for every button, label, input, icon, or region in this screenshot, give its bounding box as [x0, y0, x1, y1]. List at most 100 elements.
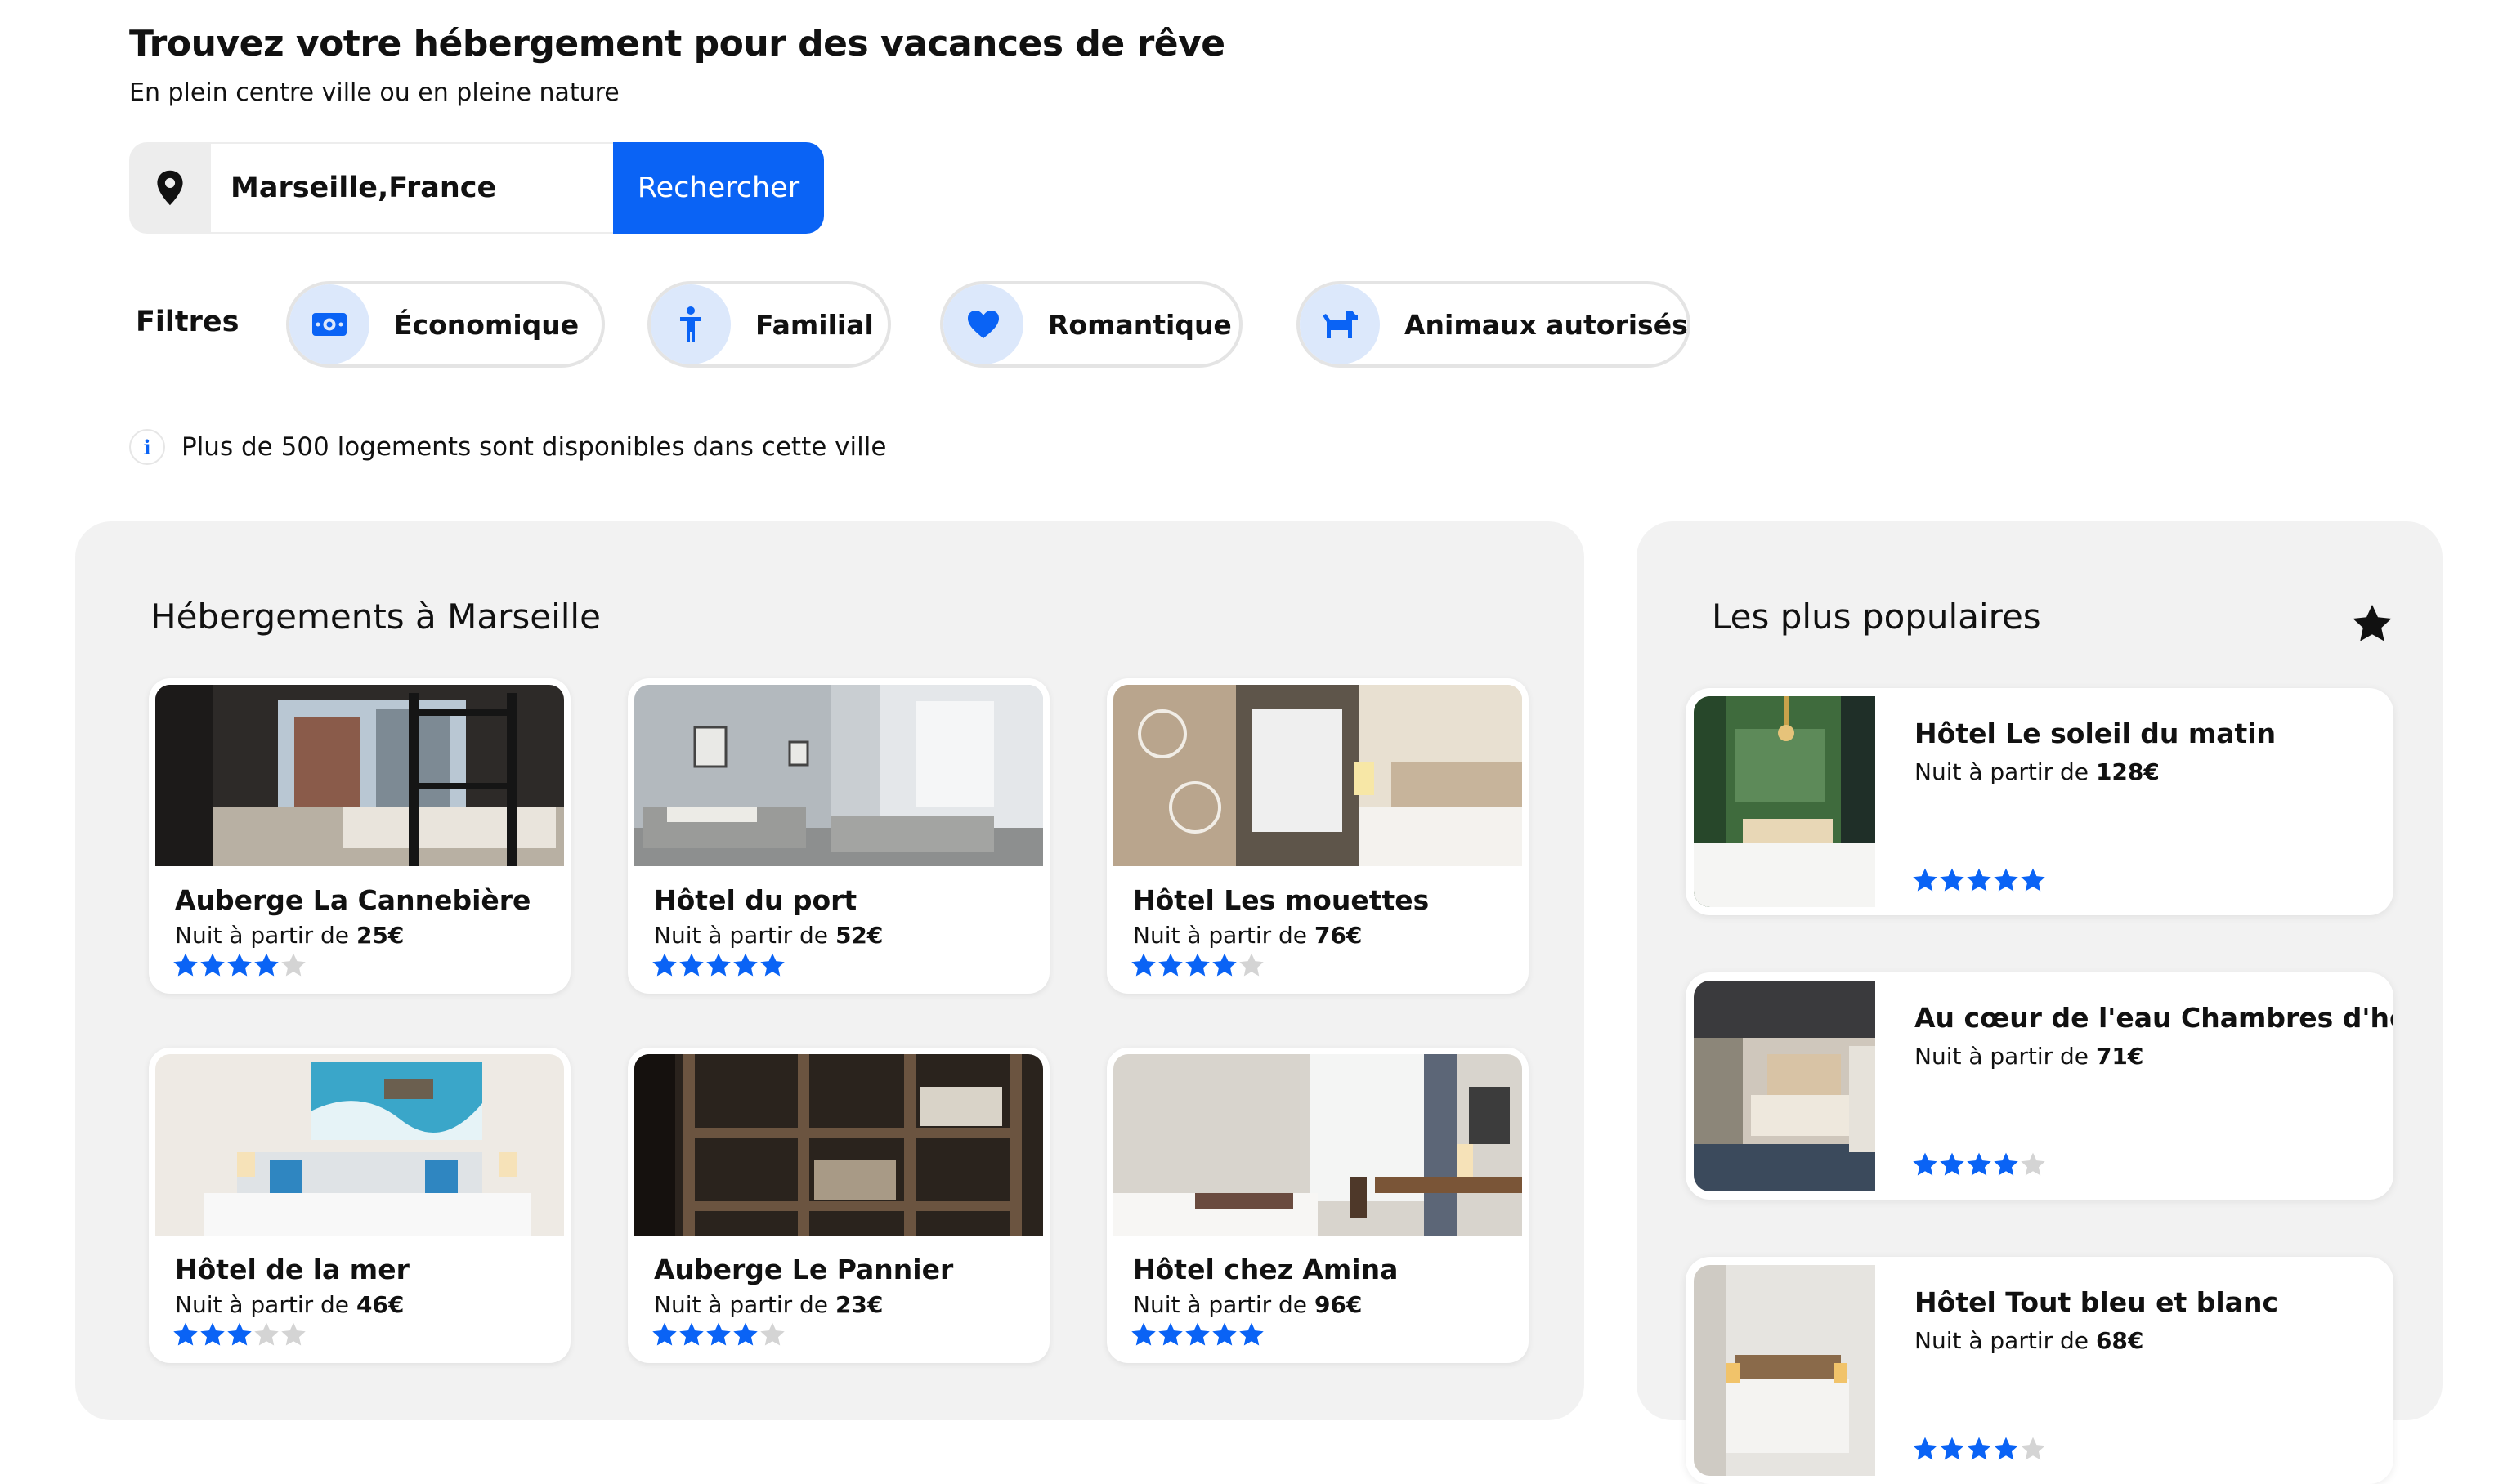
star-filled-icon	[254, 953, 279, 977]
hotel-name: Hôtel du port	[654, 884, 857, 916]
hotel-photo	[634, 1054, 1043, 1236]
rating-stars	[652, 1322, 785, 1347]
hotel-photo	[1113, 685, 1522, 866]
star-empty-icon	[254, 1322, 279, 1346]
search-button[interactable]: Rechercher	[613, 142, 824, 234]
star-filled-icon	[1913, 1437, 1937, 1460]
rating-stars	[652, 953, 785, 977]
hotel-name: Hôtel chez Amina	[1133, 1254, 1399, 1285]
star-filled-icon	[652, 953, 677, 977]
star-filled-icon	[1131, 953, 1156, 977]
hotel-name: Au cœur de l'eau Chambres d'hôtes	[1914, 1002, 2393, 1034]
rating-stars	[1913, 1437, 2045, 1461]
rating-stars	[1131, 953, 1264, 977]
star-filled-icon	[1158, 1322, 1183, 1346]
popular-hotel-card[interactable]: Au cœur de l'eau Chambres d'hôtes Nuit à…	[1686, 972, 2393, 1200]
search-input[interactable]	[211, 142, 613, 234]
star-filled-icon	[1994, 868, 2018, 892]
star-filled-icon	[2021, 868, 2045, 892]
hotel-price: Nuit à partir de 128€	[1914, 758, 2160, 785]
map-pin-icon	[129, 142, 211, 234]
star-filled-icon	[200, 1322, 225, 1346]
star-filled-icon	[679, 1322, 704, 1346]
filter-economique[interactable]: Économique	[286, 281, 605, 368]
star-empty-icon	[760, 1322, 785, 1346]
star-filled-icon	[733, 1322, 758, 1346]
page-subtitle: En plein centre ville ou en pleine natur…	[129, 78, 620, 107]
star-filled-icon	[1212, 953, 1237, 977]
star-empty-icon	[281, 1322, 306, 1346]
hotel-photo	[1694, 1265, 1875, 1476]
star-filled-icon	[1994, 1437, 2018, 1460]
hotel-price: Nuit à partir de 76€	[1133, 922, 1363, 949]
popular-hotel-card[interactable]: Hôtel Le soleil du matin Nuit à partir d…	[1686, 688, 2393, 915]
star-filled-icon	[200, 953, 225, 977]
dog-icon	[1300, 284, 1380, 364]
star-filled-icon	[1940, 1437, 1964, 1460]
filter-romantique[interactable]: Romantique	[940, 281, 1243, 368]
money-icon	[289, 284, 369, 364]
hotel-card[interactable]: Auberge La Cannebière Nuit à partir de 2…	[149, 678, 571, 994]
star-filled-icon	[1158, 953, 1183, 977]
hotel-price: Nuit à partir de 68€	[1914, 1327, 2144, 1354]
star-filled-icon	[1212, 1322, 1237, 1346]
rating-stars	[1913, 1152, 2045, 1177]
hotel-name: Hôtel Le soleil du matin	[1914, 717, 2277, 749]
child-icon	[651, 284, 731, 364]
info-text: Plus de 500 logements sont disponibles d…	[181, 432, 887, 462]
star-empty-icon	[281, 953, 306, 977]
hotel-price: Nuit à partir de 46€	[175, 1291, 405, 1318]
star-filled-icon	[1967, 1152, 1991, 1176]
hotel-photo	[1694, 981, 1875, 1191]
rating-stars	[173, 1322, 306, 1347]
hotel-card[interactable]: Hôtel de la mer Nuit à partir de 46€	[149, 1048, 571, 1363]
rating-stars	[173, 953, 306, 977]
hotel-price: Nuit à partir de 52€	[654, 922, 884, 949]
star-filled-icon	[173, 1322, 198, 1346]
page-title: Trouvez votre hébergement pour des vacan…	[129, 23, 1225, 65]
rating-stars	[1131, 1322, 1264, 1347]
filter-label: Animaux autorisés	[1404, 308, 1688, 341]
hotel-name: Auberge La Cannebière	[175, 884, 531, 916]
star-filled-icon	[679, 953, 704, 977]
filter-label: Familial	[755, 308, 874, 341]
filter-label: Romantique	[1048, 308, 1232, 341]
star-filled-icon	[1239, 1322, 1264, 1346]
star-filled-icon	[1967, 868, 1991, 892]
hotel-card[interactable]: Hôtel Les mouettes Nuit à partir de 76€	[1107, 678, 1529, 994]
hotel-photo	[1113, 1054, 1522, 1236]
hotel-name: Hôtel de la mer	[175, 1254, 410, 1285]
rating-stars	[1913, 868, 2045, 892]
star-filled-icon	[1185, 1322, 1210, 1346]
popular-hotel-card[interactable]: Hôtel Tout bleu et blanc Nuit à partir d…	[1686, 1257, 2393, 1484]
star-filled-icon	[706, 953, 731, 977]
info-row: i Plus de 500 logements sont disponibles…	[129, 429, 886, 465]
hotel-card[interactable]: Hôtel du port Nuit à partir de 52€	[628, 678, 1050, 994]
filter-animaux-autorises[interactable]: Animaux autorisés	[1296, 281, 1690, 368]
star-empty-icon	[1239, 953, 1264, 977]
star-filled-icon	[173, 953, 198, 977]
popular-title: Les plus populaires	[1712, 597, 2041, 637]
hotel-photo	[155, 1054, 564, 1236]
star-empty-icon	[2021, 1437, 2045, 1460]
star-filled-icon	[760, 953, 785, 977]
star-empty-icon	[2021, 1152, 2045, 1176]
hotel-price: Nuit à partir de 96€	[1133, 1291, 1363, 1318]
filter-familial[interactable]: Familial	[647, 281, 891, 368]
star-filled-icon	[1185, 953, 1210, 977]
star-filled-icon	[733, 953, 758, 977]
star-filled-icon	[652, 1322, 677, 1346]
hotel-card[interactable]: Auberge Le Pannier Nuit à partir de 23€	[628, 1048, 1050, 1363]
star-filled-icon	[227, 953, 252, 977]
hotel-photo	[634, 685, 1043, 866]
hotel-price: Nuit à partir de 25€	[175, 922, 405, 949]
search-bar: Rechercher	[129, 142, 824, 234]
hotel-name: Hôtel Tout bleu et blanc	[1914, 1286, 2279, 1318]
hotel-price: Nuit à partir de 71€	[1914, 1043, 2144, 1070]
hotel-card[interactable]: Hôtel chez Amina Nuit à partir de 96€	[1107, 1048, 1529, 1363]
star-icon	[2353, 605, 2392, 646]
star-filled-icon	[1940, 868, 1964, 892]
hotel-price: Nuit à partir de 23€	[654, 1291, 884, 1318]
hotel-name: Hôtel Les mouettes	[1133, 884, 1430, 916]
filter-label: Économique	[394, 308, 580, 341]
